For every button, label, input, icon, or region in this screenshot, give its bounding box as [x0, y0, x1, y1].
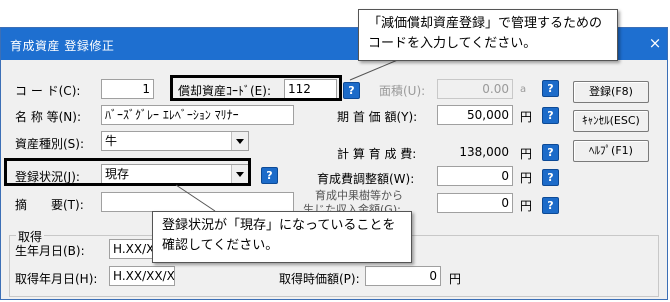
- area-input: 0.00: [437, 79, 513, 99]
- close-button[interactable]: ×: [647, 35, 663, 51]
- status-highlight: [4, 158, 251, 186]
- name-label: 名 称 等(N):: [15, 110, 82, 124]
- cost-adjustment-unit: 円: [520, 171, 533, 185]
- income-unit: 円: [520, 199, 533, 213]
- code-input[interactable]: 1: [101, 79, 154, 99]
- asset-type-select[interactable]: 牛: [101, 131, 249, 151]
- help-button[interactable]: ﾍﾙﾌﾟ(F1): [573, 140, 649, 162]
- code-label: コ ー ド(C):: [15, 84, 81, 98]
- help-icon[interactable]: ?: [542, 197, 559, 214]
- total-cost-value: 138,000: [459, 145, 509, 159]
- total-cost-unit: 円: [520, 147, 533, 161]
- acquire-price-label: 取得時価額(P):: [279, 272, 360, 286]
- acquire-date-label: 取得年月日(H):: [15, 272, 98, 286]
- bottom-callout-line1: 登録状況が「現存」になっていることを: [162, 218, 396, 233]
- bottom-callout-line2: 確認してください。: [162, 238, 279, 253]
- top-callout-line2: コードを入力してください。: [368, 36, 537, 51]
- cancel-button[interactable]: ｷｬﾝｾﾙ(ESC): [573, 110, 649, 132]
- acquire-price-input[interactable]: 0: [365, 266, 441, 286]
- depreciation-code-highlight: [170, 75, 342, 101]
- asset-type-value: 牛: [105, 134, 118, 148]
- help-icon[interactable]: ?: [542, 80, 559, 97]
- initial-price-unit: 円: [520, 110, 533, 124]
- area-unit: a: [520, 84, 527, 95]
- asset-type-label: 資産種別(S):: [15, 137, 85, 151]
- window-title: 育成資産 登録修正: [10, 39, 115, 53]
- top-callout: 「減価償却資産登録」で管理するための コードを入力してください。: [358, 9, 618, 61]
- help-icon[interactable]: ?: [542, 107, 559, 124]
- top-callout-line1: 「減価償却資産登録」で管理するための: [368, 16, 603, 31]
- initial-price-input[interactable]: 50,000: [437, 105, 513, 125]
- bottom-callout: 登録状況が「現存」になっていることを 確認してください。: [152, 211, 412, 263]
- help-icon[interactable]: ?: [343, 82, 360, 99]
- help-icon[interactable]: ?: [542, 144, 559, 161]
- birth-date-label: 生年月日(B):: [15, 244, 85, 258]
- total-cost-label: 計 算 育 成 費:: [337, 147, 417, 161]
- initial-price-label: 期 首 価 額(Y):: [337, 110, 418, 124]
- chevron-down-icon[interactable]: [231, 132, 248, 150]
- acquire-price-unit: 円: [449, 272, 462, 286]
- help-icon[interactable]: ?: [261, 167, 278, 184]
- cost-adjustment-label: 育成費調整額(W):: [317, 172, 415, 186]
- summary-label: 摘 要(T):: [15, 198, 84, 212]
- register-button[interactable]: 登録(F8): [573, 81, 649, 103]
- income-input[interactable]: 0: [437, 193, 513, 213]
- summary-input[interactable]: [101, 192, 294, 212]
- help-icon[interactable]: ?: [542, 169, 559, 186]
- acquire-date-input[interactable]: H.XX/XX/XX: [109, 266, 175, 286]
- area-label: 面積(U):: [379, 84, 426, 98]
- cost-adjustment-input[interactable]: 0: [437, 166, 513, 186]
- name-input[interactable]: ﾊﾞｰｽﾞｸﾞﾚｰ ｴﾚﾍﾞｰｼｮﾝ ﾏﾘﾅｰ: [101, 105, 294, 125]
